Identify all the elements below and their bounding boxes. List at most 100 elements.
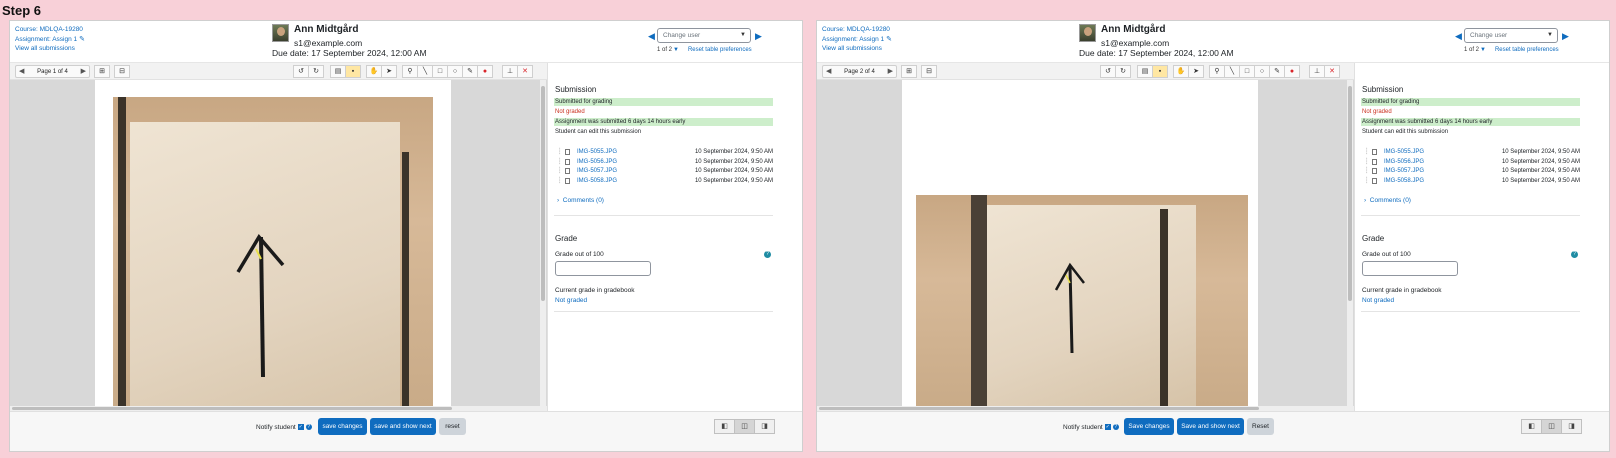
expand-icon[interactable]: ⊟ <box>921 65 937 78</box>
view-all-submissions-link[interactable]: View all submissions <box>15 44 85 54</box>
file-link[interactable]: IMG-5057.JPG <box>1384 168 1424 174</box>
collapse-review-panel-icon[interactable]: ◨ <box>1561 419 1582 434</box>
stamp-type-icon[interactable]: ✕ <box>517 65 533 78</box>
view-all-submissions-link[interactable]: View all submissions <box>822 44 892 54</box>
line-icon[interactable]: ╲ <box>1224 65 1240 78</box>
grade-input[interactable] <box>555 261 651 276</box>
view-tools: ⊞ <box>94 65 110 78</box>
previous-page-icon[interactable]: ◀ <box>826 66 831 77</box>
reset-table-link[interactable]: Reset table preferences <box>1495 47 1559 53</box>
rotate-right-icon[interactable]: ↻ <box>308 65 324 78</box>
search-comments-icon[interactable]: ⊞ <box>901 65 917 78</box>
next-page-icon[interactable]: ▶ <box>888 66 893 77</box>
user-name[interactable]: Ann Midtgård <box>1101 24 1165 35</box>
collapse-grade-panel-icon[interactable]: ◧ <box>1521 419 1542 434</box>
notify-checkbox[interactable]: ✓ <box>1104 424 1111 431</box>
file-link[interactable]: IMG-5056.JPG <box>1384 159 1424 165</box>
assignment-link[interactable]: Assignment: Assign 1 <box>822 36 884 43</box>
change-user-select[interactable]: Change user <box>1464 28 1558 43</box>
pen-icon[interactable]: ✎ <box>462 65 478 78</box>
pan-icon[interactable]: ✋ <box>1173 65 1189 78</box>
course-link[interactable]: Course: MDLQA-19280 <box>822 25 892 35</box>
file-link[interactable]: IMG-5055.JPG <box>577 149 617 155</box>
expand-icon[interactable]: ⊟ <box>114 65 130 78</box>
filter-dropdown-icon[interactable]: ▼ <box>1480 47 1486 53</box>
notify-checkbox[interactable]: ✓ <box>297 424 304 431</box>
comment-color-icon[interactable]: ▪ <box>345 65 361 78</box>
oval-icon[interactable]: ○ <box>1254 65 1270 78</box>
document-viewer[interactable] <box>817 80 1354 411</box>
collapse-review-panel-icon[interactable]: ◨ <box>754 419 775 434</box>
reset-button[interactable]: Reset <box>1247 418 1274 435</box>
grade-input[interactable] <box>1362 261 1458 276</box>
file-link[interactable]: IMG-5057.JPG <box>577 168 617 174</box>
search-comments-icon[interactable]: ⊞ <box>94 65 110 78</box>
save-changes-button[interactable]: save changes <box>318 418 367 435</box>
pan-icon[interactable]: ✋ <box>366 65 382 78</box>
vertical-scroll-thumb[interactable] <box>1348 86 1352 301</box>
collapse-grade-panel-icon[interactable]: ◧ <box>714 419 735 434</box>
horizontal-scroll-thumb[interactable] <box>12 407 452 410</box>
pen-icon[interactable]: ✎ <box>1269 65 1285 78</box>
next-page-icon[interactable]: ▶ <box>81 66 86 77</box>
page-select[interactable]: Page 1 of 4 <box>37 69 68 75</box>
rotate-right-icon[interactable]: ↻ <box>1115 65 1131 78</box>
save-and-show-next-button[interactable]: Save and show next <box>1177 418 1244 435</box>
vertical-scrollbar[interactable] <box>1347 80 1353 406</box>
vertical-scrollbar[interactable] <box>540 80 546 406</box>
rotate-left-icon[interactable]: ↺ <box>293 65 309 78</box>
line-icon[interactable]: ╲ <box>417 65 433 78</box>
stamp-type-icon[interactable]: ✕ <box>1324 65 1340 78</box>
comment-icon[interactable]: ▤ <box>330 65 346 78</box>
stamp-tool-icon[interactable]: ⚲ <box>402 65 418 78</box>
assignment-link[interactable]: Assignment: Assign 1 <box>15 36 77 43</box>
pencil-icon[interactable]: ✎ <box>886 36 892 43</box>
reset-button[interactable]: reset <box>439 418 466 435</box>
gradebook-value-link[interactable]: Not graded <box>555 297 587 304</box>
course-link[interactable]: Course: MDLQA-19280 <box>15 25 85 35</box>
stamp-icon[interactable]: ⊥ <box>1309 65 1325 78</box>
default-layout-icon[interactable]: ◫ <box>734 419 755 434</box>
change-user-select[interactable]: Change user <box>657 28 751 43</box>
stamp-icon[interactable]: ⊥ <box>502 65 518 78</box>
file-link[interactable]: IMG-5058.JPG <box>577 178 617 184</box>
vertical-scroll-thumb[interactable] <box>541 86 545 301</box>
help-icon[interactable]: ? <box>764 251 771 258</box>
oval-icon[interactable]: ○ <box>447 65 463 78</box>
gradebook-value-link[interactable]: Not graded <box>1362 297 1394 304</box>
next-user-icon[interactable]: ▶ <box>1562 31 1569 42</box>
page-select[interactable]: Page 2 of 4 <box>844 69 875 75</box>
comments-toggle[interactable]: › Comments (0) <box>1364 197 1411 204</box>
help-icon[interactable]: ? <box>305 424 312 431</box>
annotation-color-icon[interactable]: ● <box>1284 65 1300 78</box>
previous-user-icon[interactable]: ◀ <box>648 31 655 42</box>
file-link[interactable]: IMG-5058.JPG <box>1384 178 1424 184</box>
previous-page-icon[interactable]: ◀ <box>19 66 24 77</box>
save-changes-button[interactable]: Save changes <box>1124 418 1174 435</box>
breadcrumb: Course: MDLQA-19280 Assignment: Assign 1… <box>822 25 892 54</box>
save-and-show-next-button[interactable]: save and show next <box>370 418 436 435</box>
file-link[interactable]: IMG-5055.JPG <box>1384 149 1424 155</box>
comments-toggle[interactable]: › Comments (0) <box>557 197 604 204</box>
annotation-color-icon[interactable]: ● <box>477 65 493 78</box>
stamp-tool-icon[interactable]: ⚲ <box>1209 65 1225 78</box>
select-icon[interactable]: ➤ <box>1188 65 1204 78</box>
rotate-left-icon[interactable]: ↺ <box>1100 65 1116 78</box>
previous-user-icon[interactable]: ◀ <box>1455 31 1462 42</box>
comment-icon[interactable]: ▤ <box>1137 65 1153 78</box>
comment-color-icon[interactable]: ▪ <box>1152 65 1168 78</box>
user-name[interactable]: Ann Midtgård <box>294 24 358 35</box>
default-layout-icon[interactable]: ◫ <box>1541 419 1562 434</box>
rectangle-icon[interactable]: □ <box>1239 65 1255 78</box>
pencil-icon[interactable]: ✎ <box>79 36 85 43</box>
document-viewer[interactable] <box>10 80 547 411</box>
horizontal-scroll-thumb[interactable] <box>819 407 1259 410</box>
file-link[interactable]: IMG-5056.JPG <box>577 159 617 165</box>
reset-table-link[interactable]: Reset table preferences <box>688 47 752 53</box>
help-icon[interactable]: ? <box>1571 251 1578 258</box>
next-user-icon[interactable]: ▶ <box>755 31 762 42</box>
filter-dropdown-icon[interactable]: ▼ <box>673 47 679 53</box>
select-icon[interactable]: ➤ <box>381 65 397 78</box>
help-icon[interactable]: ? <box>1112 424 1119 431</box>
rectangle-icon[interactable]: □ <box>432 65 448 78</box>
